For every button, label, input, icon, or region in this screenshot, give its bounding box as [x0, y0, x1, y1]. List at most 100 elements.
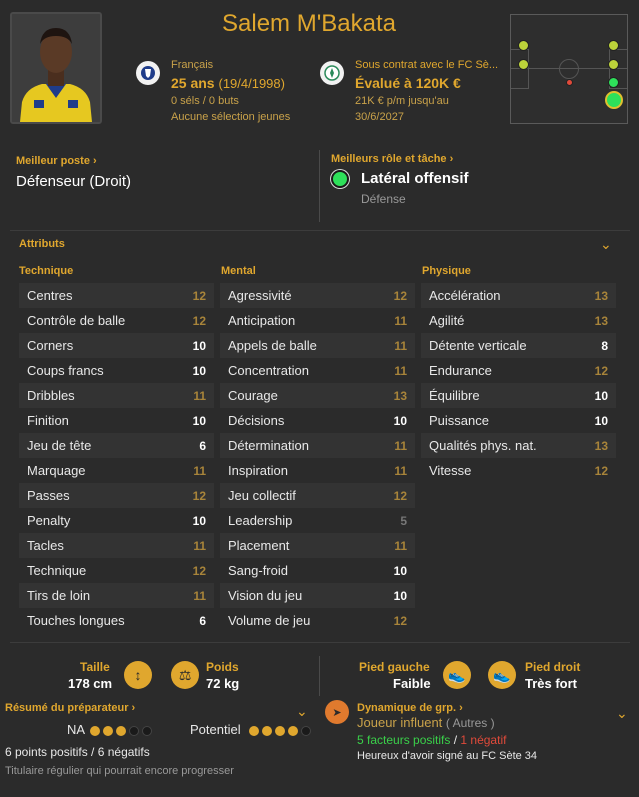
position-dot: [608, 40, 619, 51]
best-position-label: Meilleur poste: [16, 155, 90, 167]
attribute-row[interactable]: Coups francs 10: [19, 358, 214, 383]
attribute-name: Marquage: [27, 463, 86, 478]
nation-flag-icon: [136, 61, 160, 85]
attribute-row[interactable]: Détermination 11: [220, 433, 415, 458]
contract-status[interactable]: Sous contrat avec le FC Sè...: [355, 59, 498, 71]
technique-header: Technique: [19, 265, 74, 277]
attribute-name: Appels de balle: [228, 338, 317, 353]
attribute-row[interactable]: Sang-froid 10: [220, 558, 415, 583]
position-dot: [608, 77, 619, 88]
attribute-value: 10: [594, 413, 608, 428]
attribute-row[interactable]: Puissance 10: [421, 408, 616, 433]
star-icon: [301, 726, 311, 736]
influence-status: Joueur influent: [357, 715, 443, 730]
player-dob: (19/4/1998): [218, 76, 285, 91]
attribute-row[interactable]: Vision du jeu 10: [220, 583, 415, 608]
attribute-row[interactable]: Technique 12: [19, 558, 214, 583]
attribute-row[interactable]: Endurance 12: [421, 358, 616, 383]
attribute-name: Équilibre: [429, 388, 480, 403]
attribute-row[interactable]: Dribbles 11: [19, 383, 214, 408]
height-icon: ↕: [124, 661, 152, 689]
attribute-row[interactable]: Équilibre 10: [421, 383, 616, 408]
coach-report-link[interactable]: Résumé du préparateur ›: [5, 702, 135, 714]
nationality[interactable]: Français: [171, 59, 213, 71]
best-role-label: Meilleurs rôle et tâche: [331, 153, 447, 165]
attribute-name: Qualités phys. nat.: [429, 438, 537, 453]
attribute-name: Anticipation: [228, 313, 296, 328]
report-points: 6 points positifs / 6 négatifs: [5, 745, 150, 759]
attribute-row[interactable]: Passes 12: [19, 483, 214, 508]
attribute-name: Leadership: [228, 513, 293, 528]
attribute-row[interactable]: Décisions 10: [220, 408, 415, 433]
attribute-row[interactable]: Centres 12: [19, 283, 214, 308]
attribute-row[interactable]: Inspiration 11: [220, 458, 415, 483]
attribute-value: 13: [594, 313, 608, 328]
attribute-row[interactable]: Jeu collectif 12: [220, 483, 415, 508]
attribute-row[interactable]: Contrôle de balle 12: [19, 308, 214, 333]
attribute-row[interactable]: Vitesse 12: [421, 458, 616, 483]
chevron-down-icon[interactable]: ⌄: [600, 236, 612, 253]
attribute-value: 11: [394, 463, 407, 478]
star-icon: [288, 726, 298, 736]
attribute-row[interactable]: Agressivité 12: [220, 283, 415, 308]
attribute-row[interactable]: Marquage 11: [19, 458, 214, 483]
attribute-row[interactable]: Tirs de loin 11: [19, 583, 214, 608]
attribute-name: Inspiration: [228, 463, 288, 478]
star-icon: [116, 726, 126, 736]
attribute-row[interactable]: Finition 10: [19, 408, 214, 433]
attribute-row[interactable]: Volume de jeu 12: [220, 608, 415, 633]
player-age: 25 ans: [171, 75, 215, 91]
attribute-row[interactable]: Corners 10: [19, 333, 214, 358]
attribute-value: 11: [193, 388, 206, 403]
attribute-row[interactable]: Accélération 13: [421, 283, 616, 308]
star-icon: [262, 726, 272, 736]
group-dynamics-link[interactable]: Dynamique de grp. ›: [357, 702, 463, 714]
negative-factors: 1 négatif: [460, 733, 507, 747]
attribute-row[interactable]: Courage 13: [220, 383, 415, 408]
attribute-name: Corners: [27, 338, 74, 353]
attribute-row[interactable]: Placement 11: [220, 533, 415, 558]
attribute-row[interactable]: Penalty 10: [19, 508, 214, 533]
attribute-row[interactable]: Agilité 13: [421, 308, 616, 333]
attribute-value: 10: [192, 363, 206, 378]
chevron-down-icon[interactable]: ⌄: [616, 705, 628, 722]
attribute-name: Finition: [27, 413, 69, 428]
left-foot-value: Faible: [393, 676, 431, 691]
attribute-name: Courage: [228, 388, 278, 403]
attribute-row[interactable]: Détente verticale 8: [421, 333, 616, 358]
height-label: Taille: [80, 660, 110, 674]
attribute-row[interactable]: Jeu de tête 6: [19, 433, 214, 458]
attribute-row[interactable]: Appels de balle 11: [220, 333, 415, 358]
chevron-down-icon[interactable]: ⌄: [296, 703, 308, 720]
na-stars: [90, 726, 152, 736]
international-caps: 0 séls / 0 buts: [171, 95, 239, 107]
attribute-value: 12: [393, 613, 407, 628]
attribute-name: Contrôle de balle: [27, 313, 126, 328]
attribute-row[interactable]: Tacles 11: [19, 533, 214, 558]
attribute-row[interactable]: Qualités phys. nat. 13: [421, 433, 616, 458]
weight-value: 72 kg: [206, 676, 240, 691]
star-icon: [275, 726, 285, 736]
attribute-value: 11: [394, 538, 407, 553]
attribute-value: 11: [394, 363, 407, 378]
best-position-link[interactable]: Meilleur poste ›: [16, 155, 97, 167]
attribute-row[interactable]: Touches longues 6: [19, 608, 214, 633]
star-icon: [103, 726, 113, 736]
star-icon: [129, 726, 139, 736]
attribute-value: 11: [193, 538, 206, 553]
best-role-link[interactable]: Meilleurs rôle et tâche ›: [331, 153, 453, 165]
attribute-value: 12: [393, 488, 407, 503]
height-value: 178 cm: [68, 676, 113, 691]
player-portrait: [10, 12, 102, 124]
boot-icon: 👟: [488, 661, 516, 689]
attribute-value: 12: [594, 363, 608, 378]
attribute-row[interactable]: Concentration 11: [220, 358, 415, 383]
attribute-value: 10: [594, 388, 608, 403]
attribute-value: 13: [393, 388, 407, 403]
group-name[interactable]: ( Autres ): [446, 716, 495, 730]
role-indicator-icon: [331, 170, 349, 188]
chevron-right-icon: ›: [93, 155, 97, 167]
attribute-row[interactable]: Leadership 5: [220, 508, 415, 533]
attribute-row[interactable]: Anticipation 11: [220, 308, 415, 333]
position-map: [510, 14, 628, 124]
